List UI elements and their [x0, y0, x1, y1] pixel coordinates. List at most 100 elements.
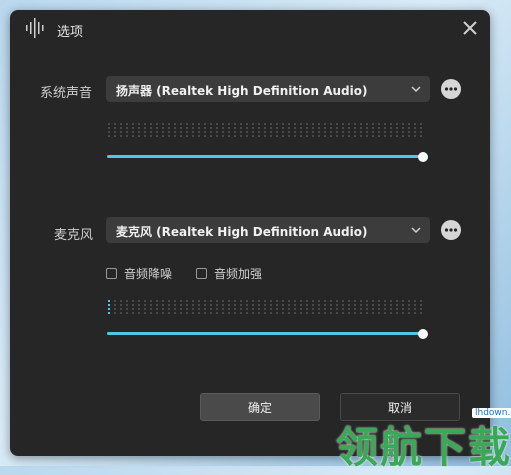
- meter-segment: [228, 312, 230, 314]
- audio-boost-label: 音频加强: [214, 267, 263, 281]
- meter-segment: [306, 312, 308, 314]
- meter-segment: [420, 300, 422, 302]
- meter-segment: [234, 300, 236, 302]
- meter-segment: [186, 312, 188, 314]
- meter-segment: [366, 304, 368, 306]
- meter-segment: [390, 131, 392, 133]
- meter-segment: [408, 123, 410, 125]
- meter-segment: [378, 308, 380, 310]
- meter-segment: [162, 300, 164, 302]
- meter-segment: [342, 127, 344, 129]
- meter-segment: [204, 312, 206, 314]
- meter-segment: [414, 304, 416, 306]
- microphone-device-select[interactable]: 麦克风 (Realtek High Definition Audio): [106, 217, 430, 243]
- meter-segment: [306, 300, 308, 302]
- meter-segment: [186, 308, 188, 310]
- meter-segment: [150, 308, 152, 310]
- meter-segment: [402, 312, 404, 314]
- noise-reduction-checkbox[interactable]: 音频降噪: [106, 265, 172, 282]
- meter-segment: [408, 135, 410, 137]
- meter-segment: [270, 312, 272, 314]
- meter-segment: [378, 123, 380, 125]
- ok-button[interactable]: 确定: [200, 393, 320, 421]
- meter-segment: [414, 312, 416, 314]
- meter-segment: [180, 131, 182, 133]
- meter-segment: [114, 304, 116, 306]
- meter-segment: [150, 300, 152, 302]
- meter-segment: [366, 123, 368, 125]
- meter-segment: [222, 123, 224, 125]
- meter-segment: [144, 308, 146, 310]
- meter-segment: [264, 123, 266, 125]
- microphone-volume-slider[interactable]: [107, 332, 423, 335]
- audio-boost-checkbox[interactable]: 音频加强: [196, 265, 262, 282]
- meter-segment: [216, 123, 218, 125]
- meter-segment: [408, 312, 410, 314]
- microphone-volume-handle[interactable]: [418, 329, 428, 339]
- meter-segment: [288, 312, 290, 314]
- meter-segment: [396, 123, 398, 125]
- meter-segment: [372, 127, 374, 129]
- meter-segment: [246, 300, 248, 302]
- more-dots-icon: [444, 87, 458, 91]
- meter-segment: [132, 123, 134, 125]
- meter-segment: [252, 300, 254, 302]
- meter-segment: [408, 308, 410, 310]
- meter-segment: [156, 312, 158, 314]
- meter-segment: [126, 127, 128, 129]
- meter-segment: [114, 123, 116, 125]
- close-icon[interactable]: [460, 18, 480, 38]
- meter-segment: [336, 131, 338, 133]
- meter-segment: [336, 312, 338, 314]
- system-sound-volume-slider[interactable]: [107, 155, 423, 158]
- system-sound-device-select[interactable]: 扬声器 (Realtek High Definition Audio): [106, 76, 430, 102]
- meter-segment: [120, 300, 122, 302]
- meter-segment: [336, 300, 338, 302]
- meter-segment: [108, 127, 110, 129]
- meter-segment: [318, 312, 320, 314]
- meter-segment: [360, 308, 362, 310]
- microphone-more-button[interactable]: [441, 220, 461, 240]
- meter-segment: [234, 131, 236, 133]
- meter-segment: [192, 127, 194, 129]
- meter-segment: [270, 135, 272, 137]
- audio-wave-icon: [26, 18, 44, 38]
- meter-segment: [126, 304, 128, 306]
- system-sound-more-button[interactable]: [441, 79, 461, 99]
- meter-segment: [108, 308, 110, 310]
- meter-segment: [132, 131, 134, 133]
- meter-segment: [234, 312, 236, 314]
- microphone-device-value: 麦克风 (Realtek High Definition Audio): [116, 225, 368, 239]
- meter-segment: [300, 308, 302, 310]
- meter-segment: [198, 308, 200, 310]
- meter-segment: [312, 127, 314, 129]
- meter-segment: [138, 127, 140, 129]
- meter-segment: [144, 312, 146, 314]
- microphone-level-meter: [108, 300, 422, 314]
- meter-segment: [408, 127, 410, 129]
- meter-segment: [234, 304, 236, 306]
- meter-segment: [342, 304, 344, 306]
- meter-segment: [114, 308, 116, 310]
- meter-segment: [390, 308, 392, 310]
- meter-segment: [324, 123, 326, 125]
- meter-segment: [210, 308, 212, 310]
- meter-segment: [198, 312, 200, 314]
- meter-segment: [120, 127, 122, 129]
- meter-segment: [342, 312, 344, 314]
- meter-segment: [180, 135, 182, 137]
- meter-segment: [168, 131, 170, 133]
- meter-segment: [168, 312, 170, 314]
- meter-segment: [198, 304, 200, 306]
- system-sound-volume-handle[interactable]: [418, 152, 428, 162]
- meter-segment: [156, 308, 158, 310]
- meter-segment: [402, 304, 404, 306]
- meter-segment: [282, 123, 284, 125]
- meter-segment: [264, 135, 266, 137]
- meter-segment: [402, 300, 404, 302]
- meter-segment: [156, 304, 158, 306]
- meter-segment: [378, 131, 380, 133]
- meter-segment: [174, 127, 176, 129]
- meter-segment: [210, 127, 212, 129]
- meter-segment: [108, 135, 110, 137]
